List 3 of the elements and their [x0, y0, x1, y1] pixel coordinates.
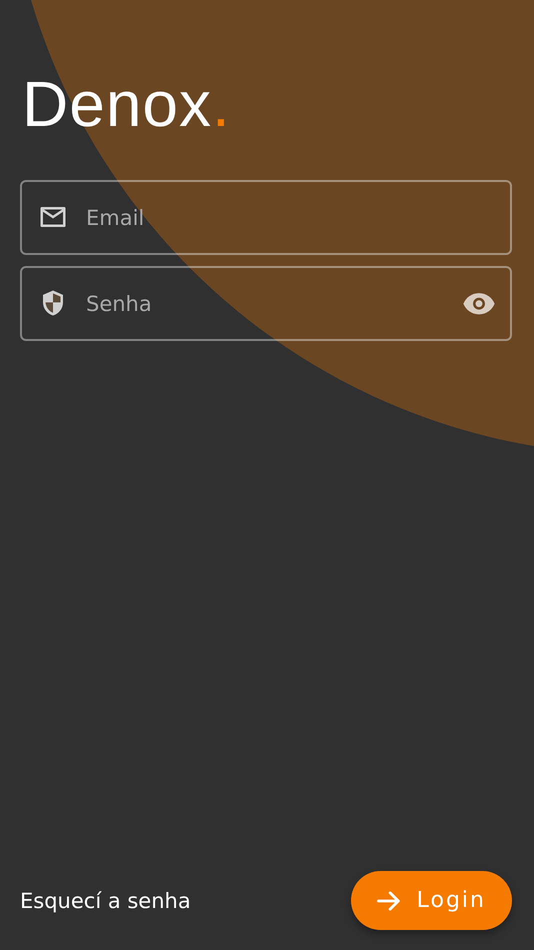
logo-dot: .: [212, 68, 230, 140]
forgot-password-link[interactable]: Esquecí a senha: [20, 888, 191, 912]
logo-text: Denox: [22, 68, 212, 140]
